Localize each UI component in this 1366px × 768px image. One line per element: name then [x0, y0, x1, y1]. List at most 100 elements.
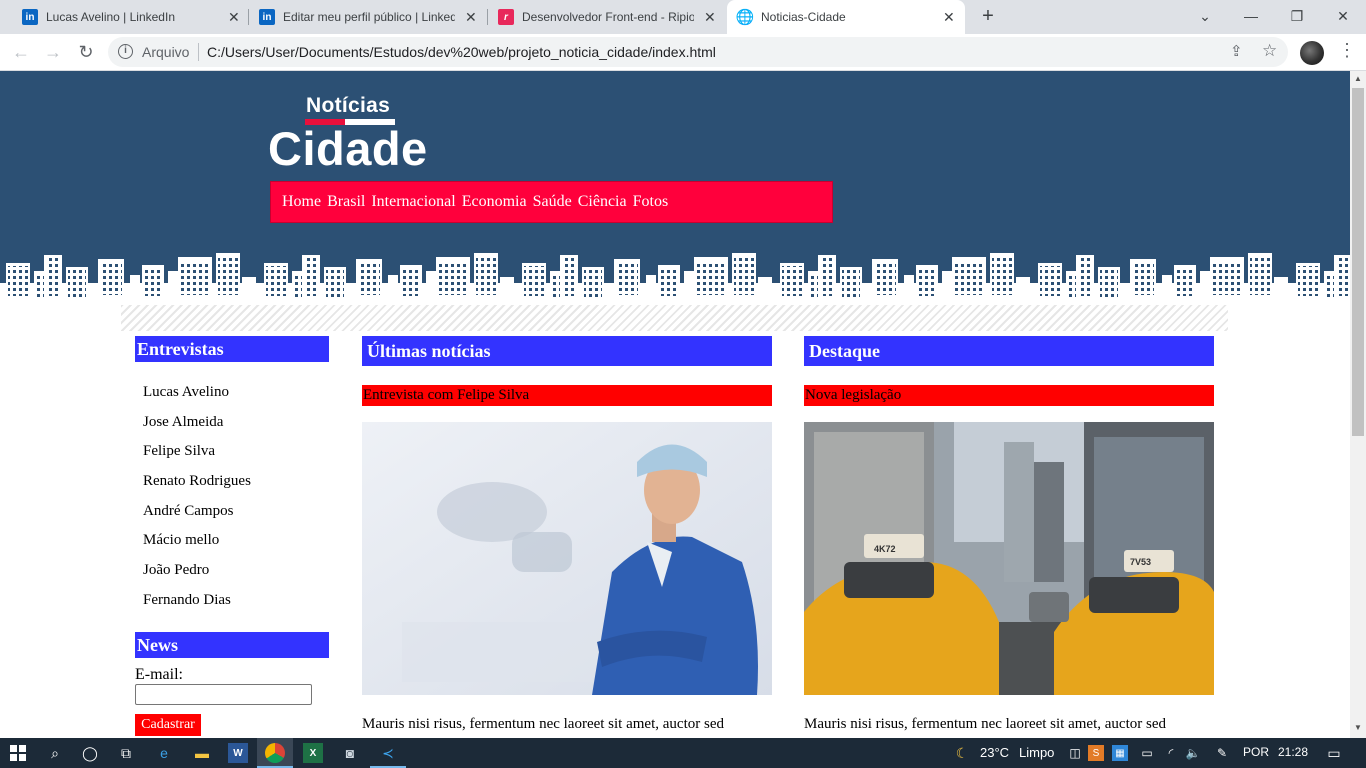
- excel-icon[interactable]: X: [303, 743, 323, 763]
- menu-item-economia[interactable]: Economia: [462, 193, 527, 211]
- news-heading: News: [135, 631, 329, 658]
- tab-title: Desenvolvedor Front-end - Ripio: [522, 10, 694, 24]
- latest-news-heading: Últimas notícias: [362, 336, 772, 366]
- featured-heading: Destaque: [804, 336, 1214, 366]
- page-viewport: Notícias Cidade Home Brasil Internaciona…: [0, 71, 1350, 738]
- taxi-street-photo: 4K72 7V53: [804, 422, 1214, 695]
- list-item[interactable]: Mácio mello: [143, 530, 329, 560]
- word-icon[interactable]: W: [228, 743, 248, 763]
- list-item[interactable]: Fernando Dias: [143, 590, 329, 620]
- featured-body: Mauris nisi risus, fermentum nec laoreet…: [804, 716, 1166, 732]
- tab-edit-profile[interactable]: in Editar meu perfil público | LinkedIn …: [249, 0, 487, 34]
- tab-title: Lucas Avelino | LinkedIn: [46, 10, 175, 24]
- menu-item-home[interactable]: Home: [282, 193, 321, 211]
- city-skyline: [0, 253, 1350, 301]
- list-item[interactable]: João Pedro: [143, 560, 329, 590]
- menu-item-brasil[interactable]: Brasil: [327, 193, 365, 211]
- profile-avatar[interactable]: [1300, 41, 1324, 65]
- striped-divider: [121, 305, 1228, 331]
- sublime-icon[interactable]: S: [1088, 745, 1104, 761]
- file-explorer-icon[interactable]: ▬: [192, 743, 212, 763]
- taxi-plate-right: 7V53: [1130, 557, 1151, 567]
- tab-title: Noticias-Cidade: [761, 10, 846, 24]
- tab-title: Editar meu perfil público | LinkedIn: [283, 10, 455, 24]
- reload-icon[interactable]: ↻: [74, 40, 98, 64]
- cortana-icon[interactable]: ◯: [80, 743, 100, 763]
- featured-subtitle[interactable]: Nova legislação: [804, 385, 1214, 406]
- site-header: Notícias Cidade Home Brasil Internaciona…: [0, 71, 1350, 301]
- windows-start-icon[interactable]: [8, 743, 28, 763]
- battery-icon[interactable]: ▭: [1137, 743, 1157, 763]
- sidebar: Entrevistas Lucas Avelino Jose Almeida F…: [135, 336, 329, 736]
- search-icon[interactable]: ⌕: [45, 743, 65, 763]
- tab-noticias-cidade[interactable]: 🌐 Noticias-Cidade ✕: [727, 0, 965, 34]
- list-item[interactable]: Lucas Avelino: [143, 382, 329, 412]
- tray-app-icon[interactable]: ▦: [1112, 745, 1128, 761]
- window-close-button[interactable]: ✕: [1320, 0, 1366, 34]
- browser-toolbar: ← → ↻ i Arquivo C:/Users/User/Documents/…: [0, 34, 1366, 71]
- chrome-icon[interactable]: [265, 743, 285, 763]
- menu-item-ciencia[interactable]: Ciência: [578, 193, 627, 211]
- newsletter-form: E-mail: Cadastrar: [135, 658, 329, 736]
- logo-cidade: Cidade: [268, 122, 428, 175]
- weather-desc[interactable]: Limpo: [1019, 745, 1054, 760]
- scroll-up-icon[interactable]: ▲: [1354, 74, 1362, 83]
- camera-icon[interactable]: ◙: [340, 743, 360, 763]
- latest-news-column: Últimas notícias Entrevista com Felipe S…: [362, 336, 772, 733]
- windows-taskbar: ⌕ ◯ ⧉ e ▬ W X ◙ ≺ ☾ 23°C Limpo ◫ S ▦ ▭ ◜…: [0, 738, 1366, 768]
- list-item[interactable]: Renato Rodrigues: [143, 471, 329, 501]
- address-bar[interactable]: i Arquivo C:/Users/User/Documents/Estudo…: [108, 37, 1288, 67]
- email-field[interactable]: [135, 683, 312, 705]
- meet-icon[interactable]: ◫: [1065, 743, 1085, 763]
- main-menu: Home Brasil Internacional Economia Saúde…: [270, 181, 833, 223]
- latest-news-subtitle[interactable]: Entrevista com Felipe Silva: [362, 385, 772, 406]
- logo-noticias: Notícias: [306, 94, 391, 117]
- tab-search-icon[interactable]: ⌄: [1182, 0, 1228, 34]
- close-icon[interactable]: ✕: [704, 9, 716, 26]
- menu-item-internacional[interactable]: Internacional: [371, 193, 455, 211]
- email-label: E-mail:: [135, 665, 183, 683]
- page-scrollbar[interactable]: ▲ ▼: [1350, 71, 1366, 738]
- maximize-button[interactable]: ❐: [1274, 0, 1320, 34]
- taxi-plate-left: 4K72: [874, 544, 896, 554]
- tab-linkedin[interactable]: in Lucas Avelino | LinkedIn ✕: [12, 0, 248, 34]
- edge-icon[interactable]: e: [154, 743, 174, 763]
- forward-arrow-icon[interactable]: →: [41, 40, 65, 64]
- close-icon[interactable]: ✕: [465, 9, 477, 26]
- latest-news-body: Mauris nisi risus, fermentum nec laoreet…: [362, 716, 724, 732]
- menu-kebab-icon[interactable]: ⋮: [1338, 40, 1356, 61]
- interviews-heading: Entrevistas: [135, 336, 329, 362]
- wifi-icon[interactable]: ◜: [1161, 743, 1181, 763]
- close-icon[interactable]: ✕: [943, 9, 955, 26]
- list-item[interactable]: Jose Almeida: [143, 412, 329, 442]
- info-icon[interactable]: i: [118, 44, 133, 59]
- doctor-photo: [362, 422, 772, 695]
- vscode-icon[interactable]: ≺: [378, 743, 398, 763]
- back-arrow-icon[interactable]: ←: [9, 40, 33, 64]
- notification-icon[interactable]: ▭: [1324, 743, 1344, 763]
- menu-item-fotos[interactable]: Fotos: [633, 193, 669, 211]
- new-tab-button[interactable]: +: [976, 4, 1000, 28]
- cadastrar-button[interactable]: Cadastrar: [135, 713, 201, 736]
- minimize-button[interactable]: —: [1228, 0, 1274, 34]
- weather-temp[interactable]: 23°C: [980, 745, 1009, 760]
- globe-icon: 🌐: [735, 9, 755, 26]
- language-indicator[interactable]: POR: [1243, 745, 1269, 759]
- bookmark-star-icon[interactable]: ☆: [1262, 41, 1277, 61]
- list-item[interactable]: André Campos: [143, 501, 329, 531]
- list-item[interactable]: Felipe Silva: [143, 441, 329, 471]
- menu-item-saude[interactable]: Saúde: [533, 193, 572, 211]
- url-text[interactable]: C:/Users/User/Documents/Estudos/dev%20we…: [207, 44, 716, 60]
- task-view-icon[interactable]: ⧉: [116, 743, 136, 763]
- close-icon[interactable]: ✕: [228, 9, 240, 26]
- omnibox-divider: [198, 43, 199, 61]
- clock[interactable]: 21:28: [1278, 745, 1308, 759]
- featured-column: Destaque Nova legislação 4K72 7V53 Mauri…: [804, 336, 1214, 733]
- volume-icon[interactable]: 🔈: [1183, 743, 1203, 763]
- weather-moon-icon: ☾: [955, 744, 969, 761]
- share-icon[interactable]: ⇪: [1230, 42, 1243, 60]
- tab-ripio[interactable]: r Desenvolvedor Front-end - Ripio ✕: [488, 0, 726, 34]
- scroll-thumb[interactable]: [1352, 88, 1364, 436]
- scroll-down-icon[interactable]: ▼: [1354, 723, 1362, 732]
- pen-icon[interactable]: ✎: [1212, 743, 1232, 763]
